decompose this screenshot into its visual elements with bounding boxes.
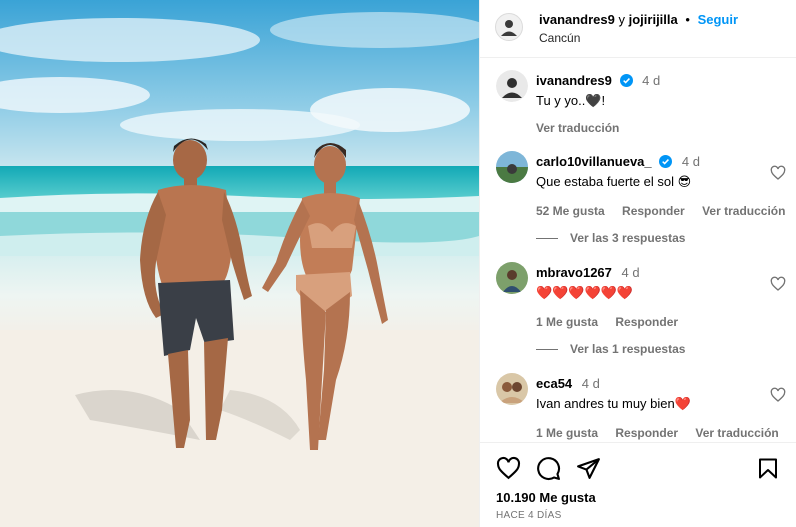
reply-button[interactable]: Responder [622, 204, 685, 218]
author-username-link[interactable]: ivanandres9 [539, 12, 615, 27]
translate-link[interactable]: Ver traducción [702, 204, 785, 218]
verified-badge-icon [619, 74, 633, 87]
commenter-avatar[interactable] [496, 262, 528, 294]
beach-photo-image [0, 0, 479, 527]
verified-badge-icon [659, 155, 673, 168]
comments-list[interactable]: ivanandres9 4 d Tu y yo..🖤! Ver traducci… [480, 58, 796, 442]
post-side-panel: ivanandres9 y jojirijilla • Seguir Cancú… [479, 0, 796, 527]
header-separator-dot: • [685, 12, 690, 27]
comment-like-heart-icon[interactable] [770, 387, 786, 403]
view-replies-label: Ver las 3 respuestas [570, 231, 686, 245]
replies-divider [536, 238, 558, 240]
caption-time[interactable]: 4 d [642, 73, 660, 88]
comment-like-heart-icon[interactable] [770, 165, 786, 181]
replies-divider [536, 349, 558, 351]
follow-button[interactable]: Seguir [698, 12, 738, 27]
caption-avatar[interactable] [496, 70, 528, 102]
comment-text: Que estaba fuerte el sol 😎 [536, 174, 692, 189]
comment-likes-count[interactable]: 1 Me gusta [536, 426, 598, 440]
comment-likes-count[interactable]: 1 Me gusta [536, 315, 598, 329]
comment-time[interactable]: 4 d [682, 154, 700, 169]
translate-link[interactable]: Ver traducción [695, 426, 778, 440]
speech-bubble-icon[interactable] [536, 456, 561, 481]
comment-time[interactable]: 4 d [582, 376, 600, 391]
commenter-avatar[interactable] [496, 373, 528, 405]
post-timestamp[interactable]: HACE 4 DÍAS [496, 510, 562, 521]
comment-username[interactable]: carlo10villanueva_ [536, 154, 652, 169]
reply-button[interactable]: Responder [615, 426, 678, 440]
view-replies-button[interactable]: Ver las 1 respuestas [536, 342, 685, 356]
post-actions-bar: 10.190 Me gusta HACE 4 DÍAS [480, 442, 796, 527]
heart-outline-icon[interactable] [496, 456, 521, 481]
paper-plane-icon[interactable] [576, 456, 601, 481]
post-photo[interactable] [0, 0, 479, 527]
view-replies-label: Ver las 1 respuestas [570, 342, 686, 356]
post-header: ivanandres9 y jojirijilla • Seguir Cancú… [480, 0, 796, 58]
comment-likes-count[interactable]: 52 Me gusta [536, 204, 605, 218]
reply-button[interactable]: Responder [615, 315, 678, 329]
comment-text: Ivan andres tu muy bien❤️ [536, 396, 691, 411]
comment-time[interactable]: 4 d [622, 265, 640, 280]
caption-translate-link[interactable]: Ver traducción [536, 121, 619, 135]
bookmark-icon[interactable] [756, 456, 780, 481]
comment-like-heart-icon[interactable] [770, 276, 786, 292]
coauthor-username-link[interactable]: jojirijilla [629, 12, 678, 27]
post-likes-count[interactable]: 10.190 Me gusta [496, 490, 596, 505]
author-avatar[interactable] [495, 13, 523, 41]
commenter-avatar[interactable] [496, 151, 528, 183]
comment-username[interactable]: eca54 [536, 376, 572, 391]
authors-connector: y [618, 12, 626, 27]
caption-text: Tu y yo..🖤! [536, 93, 606, 108]
caption-username[interactable]: ivanandres9 [536, 73, 612, 88]
location-link[interactable]: Cancún [539, 31, 580, 45]
view-replies-button[interactable]: Ver las 3 respuestas [536, 231, 685, 245]
header-authors: ivanandres9 y jojirijilla • Seguir [539, 12, 738, 27]
comment-text: ❤️❤️❤️❤️❤️❤️ [536, 285, 634, 300]
comment-username[interactable]: mbravo1267 [536, 265, 612, 280]
